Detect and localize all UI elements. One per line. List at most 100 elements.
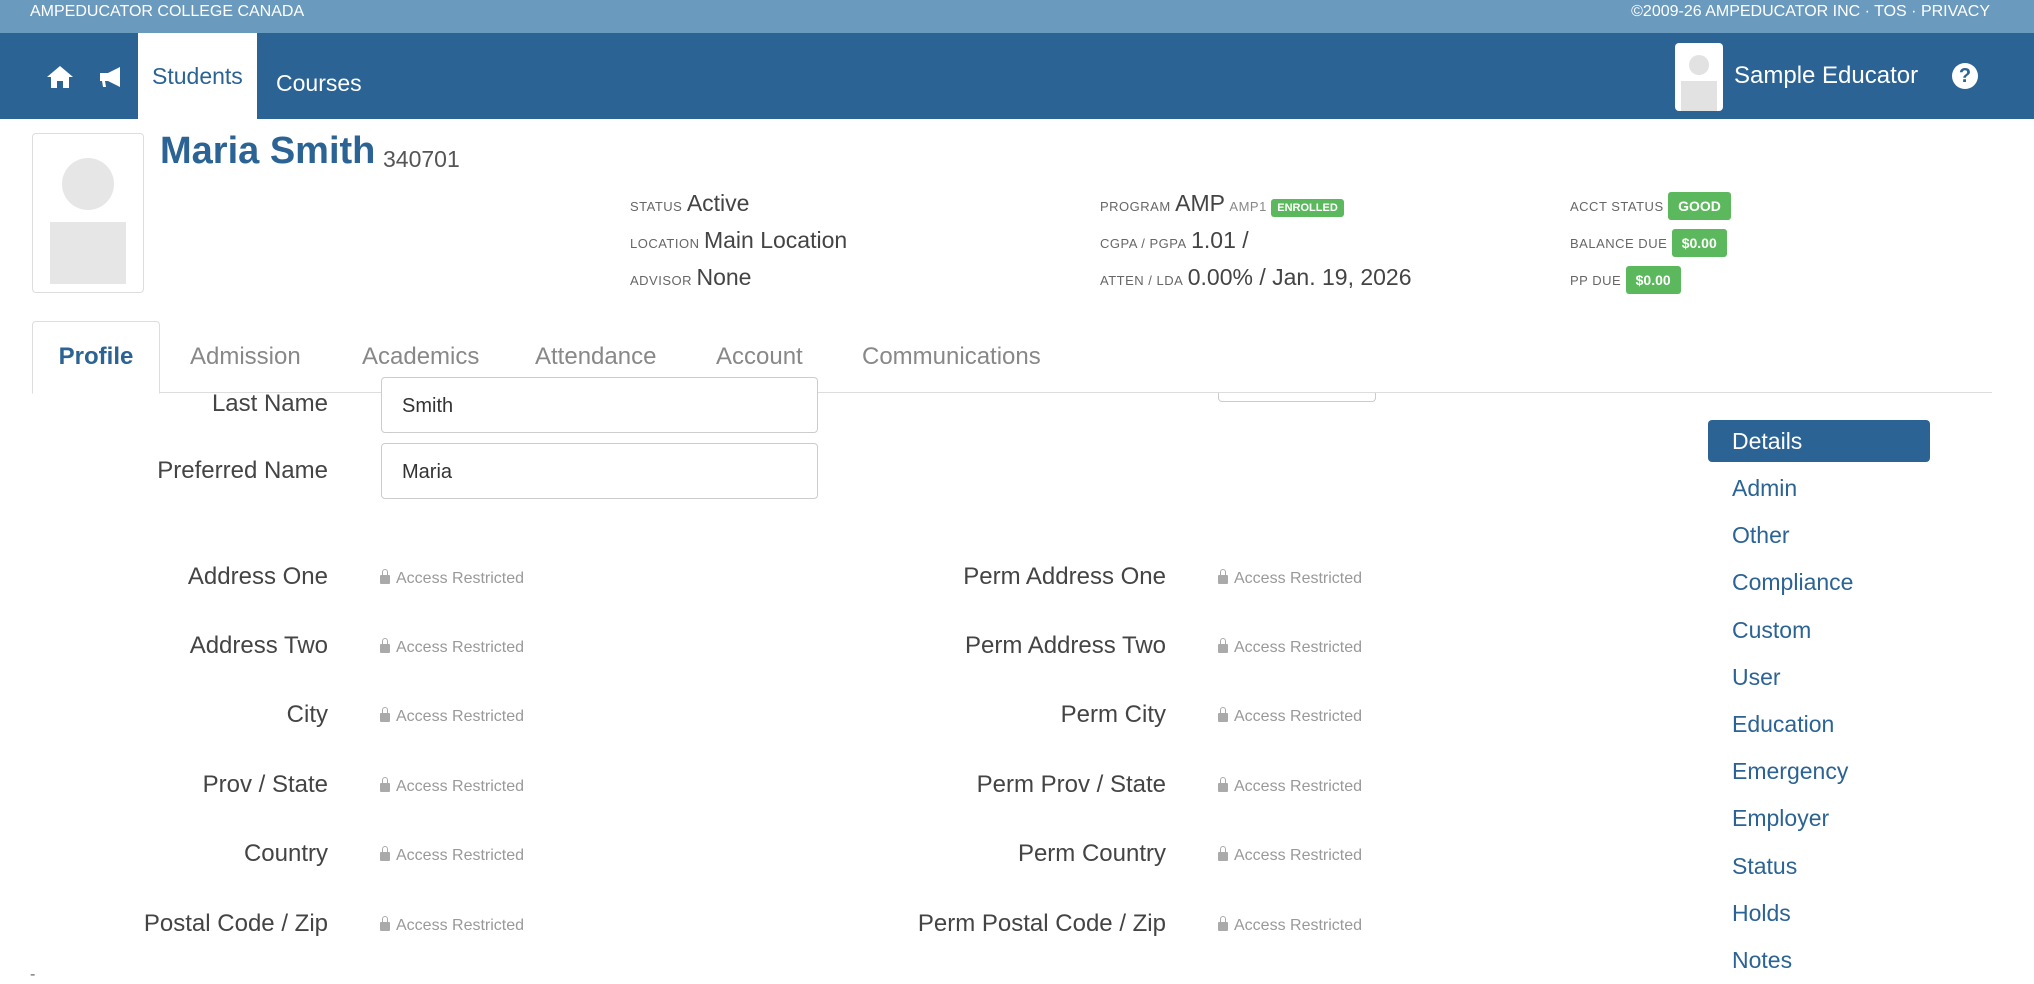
lock-icon [1218, 638, 1228, 653]
sidenav-custom[interactable]: Custom [1708, 609, 1930, 651]
lock-icon [380, 707, 390, 722]
attendance-value: 0.00% / Jan. 19, 2026 [1187, 264, 1412, 290]
address-one-restricted: Access Restricted [380, 569, 524, 588]
footer-mark: - [30, 966, 36, 983]
address-two-label: Address Two [189, 632, 328, 659]
main-navbar: Students Courses Sample Educator ? [0, 33, 2034, 119]
cgpa-label: CGPA / PGPA [1100, 236, 1187, 251]
country-label: Country [243, 840, 328, 867]
prov-state-label: Prov / State [202, 771, 328, 798]
program-value: AMP [1175, 190, 1225, 216]
preferred-name-input[interactable]: Maria [381, 443, 818, 499]
student-name: Maria Smith [160, 130, 376, 172]
acct-status-label: ACCT STATUS [1570, 199, 1664, 214]
user-avatar[interactable] [1675, 43, 1723, 111]
sidenav-emergency[interactable]: Emergency [1708, 750, 1930, 792]
status-value: Active [686, 190, 750, 216]
perm-prov-state-restricted: Access Restricted [1218, 777, 1362, 796]
college-name: AMPEDUCATOR COLLEGE CANADA [30, 3, 305, 20]
acct-status-row: ACCT STATUS GOOD [1570, 192, 1731, 220]
cgpa-row: CGPA / PGPA 1.01 / [1100, 227, 1249, 254]
perm-city-restricted: Access Restricted [1218, 707, 1362, 726]
last-name-input[interactable]: Smith [381, 377, 818, 433]
program-code: AMP1 [1229, 199, 1267, 214]
location-row: LOCATION Main Location [630, 227, 847, 254]
lock-icon [1218, 777, 1228, 792]
location-value: Main Location [703, 227, 848, 253]
home-icon[interactable] [44, 61, 76, 93]
prov-state-restricted: Access Restricted [380, 777, 524, 796]
pp-due-label: PP DUE [1570, 273, 1622, 288]
country-restricted: Access Restricted [380, 846, 524, 865]
perm-city-label: Perm City [1060, 701, 1166, 728]
attendance-label: ATTEN / LDA [1100, 273, 1184, 288]
lock-icon [380, 846, 390, 861]
hidden-field-edge [1218, 393, 1376, 402]
postal-code-restricted: Access Restricted [380, 916, 524, 935]
student-avatar [32, 133, 144, 293]
acct-status-badge: GOOD [1668, 192, 1731, 220]
perm-postal-code-label: Perm Postal Code / Zip [917, 910, 1166, 937]
lock-icon [380, 777, 390, 792]
copyright-links[interactable]: ©2009-26 AMPEDUCATOR INC · TOS · PRIVACY [1631, 0, 1990, 23]
address-one-label: Address One [187, 563, 328, 590]
perm-address-two-label: Perm Address Two [965, 632, 1166, 659]
top-strip: AMPEDUCATOR COLLEGE CANADA ©2009-26 AMPE… [0, 0, 2034, 33]
tab-communications[interactable]: Communications [862, 322, 1041, 392]
advisor-label: ADVISOR [630, 273, 693, 288]
question-icon[interactable]: ? [1952, 63, 1978, 89]
balance-row: BALANCE DUE $0.00 [1570, 229, 1727, 257]
postal-code-label: Postal Code / Zip [143, 910, 328, 937]
sidenav-admin[interactable]: Admin [1708, 467, 1930, 509]
lock-icon [1218, 569, 1228, 584]
advisor-row: ADVISOR None [630, 264, 751, 291]
enrolled-badge: ENROLLED [1271, 199, 1344, 217]
tab-profile[interactable]: Profile [32, 321, 160, 394]
attendance-row: ATTEN / LDA 0.00% / Jan. 19, 2026 [1100, 264, 1412, 291]
perm-prov-state-label: Perm Prov / State [976, 771, 1166, 798]
lock-icon [380, 916, 390, 931]
pp-due-badge: $0.00 [1625, 266, 1681, 294]
sidenav-user[interactable]: User [1708, 656, 1930, 698]
preferred-name-label: Preferred Name [157, 457, 328, 484]
location-label: LOCATION [630, 236, 700, 251]
status-label: STATUS [630, 199, 683, 214]
user-name[interactable]: Sample Educator [1734, 33, 1918, 119]
pp-due-row: PP DUE $0.00 [1570, 266, 1681, 294]
perm-address-one-restricted: Access Restricted [1218, 569, 1362, 588]
advisor-value: None [696, 264, 752, 290]
balance-badge: $0.00 [1671, 229, 1727, 257]
sidenav-other[interactable]: Other [1708, 514, 1930, 556]
status-row: STATUS Active [630, 190, 749, 217]
sidenav-compliance[interactable]: Compliance [1708, 561, 1930, 603]
lock-icon [1218, 707, 1228, 722]
student-id: 340701 [383, 146, 460, 172]
perm-address-one-label: Perm Address One [963, 563, 1166, 590]
tab-admission[interactable]: Admission [190, 322, 301, 392]
nav-tab-courses[interactable]: Courses [262, 57, 376, 109]
megaphone-icon[interactable] [96, 61, 128, 93]
cgpa-value: 1.01 / [1191, 227, 1249, 253]
address-two-restricted: Access Restricted [380, 638, 524, 657]
lock-icon [380, 638, 390, 653]
perm-country-label: Perm Country [1017, 840, 1166, 867]
balance-label: BALANCE DUE [1570, 236, 1668, 251]
nav-tab-students[interactable]: Students [138, 33, 257, 119]
perm-address-two-restricted: Access Restricted [1218, 638, 1362, 657]
lock-icon [380, 569, 390, 584]
perm-country-restricted: Access Restricted [1218, 846, 1362, 865]
city-restricted: Access Restricted [380, 707, 524, 726]
sidenav-details[interactable]: Details [1708, 420, 1930, 462]
sidenav-holds[interactable]: Holds [1708, 892, 1930, 934]
city-label: City [286, 701, 328, 728]
last-name-label: Last Name [211, 390, 328, 417]
perm-postal-code-restricted: Access Restricted [1218, 916, 1362, 935]
program-row: PROGRAM AMP AMP1 ENROLLED [1100, 190, 1344, 217]
sidenav-notes[interactable]: Notes [1708, 939, 1930, 981]
sidenav-education[interactable]: Education [1708, 703, 1930, 745]
lock-icon [1218, 916, 1228, 931]
sidenav-status[interactable]: Status [1708, 845, 1930, 887]
sidenav-employer[interactable]: Employer [1708, 797, 1930, 839]
program-label: PROGRAM [1100, 199, 1171, 214]
lock-icon [1218, 846, 1228, 861]
